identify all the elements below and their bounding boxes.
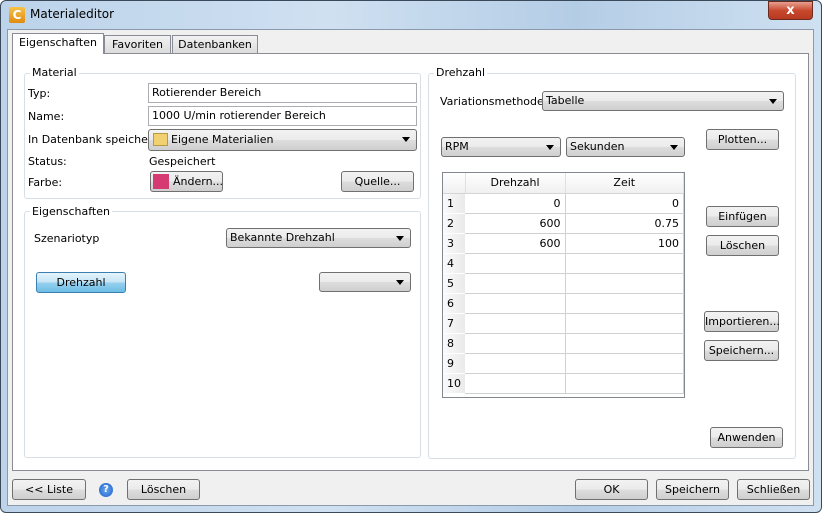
einfuegen-button[interactable]: Einfügen — [706, 206, 779, 227]
table-cell[interactable] — [465, 253, 566, 274]
app-icon: C — [9, 7, 25, 23]
database-folder-icon — [153, 133, 168, 146]
table-cell[interactable]: 600 — [465, 233, 566, 254]
drehzahl-legend: Drehzahl — [434, 66, 488, 79]
aendern-button[interactable]: Ändern... — [150, 171, 223, 192]
row-header[interactable]: 10 — [443, 373, 465, 394]
chevron-down-icon — [402, 137, 410, 142]
speichern-button[interactable]: Speichern — [656, 479, 729, 500]
corner-header — [443, 173, 466, 194]
anwenden-button[interactable]: Anwenden — [710, 427, 783, 448]
speichern-table-button[interactable]: Speichern... — [704, 340, 779, 361]
table-row[interactable]: 3 600 100 — [443, 233, 684, 254]
chevron-down-icon — [546, 145, 554, 150]
table-cell[interactable]: 0 — [465, 193, 566, 214]
row-header[interactable]: 4 — [443, 253, 465, 274]
szenario-label: Szenariotyp — [34, 232, 100, 245]
table-row[interactable]: 4 — [443, 253, 684, 274]
table-row[interactable]: 10 — [443, 373, 684, 394]
plotten-button[interactable]: Plotten... — [706, 129, 779, 150]
table-cell[interactable]: 100 — [565, 233, 684, 254]
column-header[interactable]: Drehzahl — [465, 173, 566, 194]
table-cell[interactable] — [565, 333, 684, 354]
tab-favoriten[interactable]: Favoriten — [104, 35, 171, 54]
material-legend: Material — [30, 66, 79, 79]
table-cell[interactable] — [565, 313, 684, 334]
table-cell[interactable] — [565, 273, 684, 294]
db-select[interactable]: Eigene Materialien — [148, 129, 417, 151]
table-row[interactable]: 6 — [443, 293, 684, 314]
importieren-button[interactable]: Importieren... — [704, 311, 780, 332]
variation-value: Tabelle — [546, 94, 585, 107]
status-value: Gespeichert — [149, 155, 216, 168]
db-select-value: Eigene Materialien — [171, 133, 274, 146]
table-cell[interactable] — [565, 293, 684, 314]
chevron-down-icon — [396, 236, 404, 241]
window-title: Materialeditor — [30, 7, 115, 21]
table-cell[interactable] — [565, 253, 684, 274]
chevron-down-icon — [396, 280, 404, 285]
table-cell[interactable]: 600 — [465, 213, 566, 234]
row-header[interactable]: 6 — [443, 293, 465, 314]
szenario-select[interactable]: Bekannte Drehzahl — [226, 228, 411, 248]
row-header[interactable]: 5 — [443, 273, 465, 294]
table-row[interactable]: 9 — [443, 353, 684, 374]
typ-field[interactable]: Rotierender Bereich — [148, 83, 417, 103]
table-cell[interactable] — [465, 353, 566, 374]
liste-button[interactable]: << Liste — [12, 479, 86, 500]
variation-select[interactable]: Tabelle — [542, 91, 784, 111]
table-cell[interactable] — [465, 373, 566, 394]
farbe-label: Farbe: — [28, 176, 63, 189]
eigenschaften-legend: Eigenschaften — [30, 205, 112, 218]
drehzahl-button[interactable]: Drehzahl — [36, 272, 126, 293]
row-header[interactable]: 3 — [443, 233, 465, 254]
row-header[interactable]: 8 — [443, 333, 465, 354]
help-icon[interactable]: ? — [99, 483, 113, 497]
table-cell[interactable] — [465, 313, 566, 334]
drehzahl-table[interactable]: Drehzahl Zeit 1 0 0 2 600 0.75 3 600 100 4 5 6 7 8 9 10 — [442, 172, 685, 398]
loeschen-button[interactable]: Löschen — [127, 479, 200, 500]
close-button[interactable]: x — [768, 1, 813, 20]
column-header[interactable]: Zeit — [565, 173, 684, 194]
color-swatch — [153, 174, 169, 189]
table-cell[interactable]: 0 — [565, 193, 684, 214]
table-cell[interactable]: 0.75 — [565, 213, 684, 234]
table-row[interactable]: 7 — [443, 313, 684, 334]
table-row[interactable]: 2 600 0.75 — [443, 213, 684, 234]
chevron-down-icon — [769, 99, 777, 104]
unit2-select[interactable]: Sekunden — [566, 137, 685, 157]
name-field[interactable]: 1000 U/min rotierender Bereich — [148, 106, 417, 126]
szenario-value: Bekannte Drehzahl — [230, 231, 335, 244]
db-label: In Datenbank speichern: — [28, 133, 163, 146]
table-row[interactable]: 5 — [443, 273, 684, 294]
tab-datenbanken[interactable]: Datenbanken — [172, 35, 258, 54]
typ-label: Typ: — [28, 87, 51, 100]
unit1-select[interactable]: RPM — [441, 137, 561, 157]
loeschen-row-button[interactable]: Löschen — [706, 235, 779, 256]
name-label: Name: — [28, 110, 65, 123]
table-cell[interactable] — [465, 273, 566, 294]
schliessen-button[interactable]: Schließen — [737, 479, 810, 500]
table-cell[interactable] — [465, 333, 566, 354]
table-row[interactable]: 100 — [443, 193, 684, 214]
aendern-label: Ändern... — [173, 175, 224, 188]
empty-select[interactable] — [319, 272, 411, 292]
row-header[interactable]: 9 — [443, 353, 465, 374]
table-cell[interactable] — [465, 293, 566, 314]
eigenschaften-group — [24, 211, 421, 458]
chevron-down-icon — [670, 145, 678, 150]
table-cell[interactable] — [565, 353, 684, 374]
unit2-value: Sekunden — [570, 140, 625, 153]
variation-label: Variationsmethode: — [440, 95, 548, 108]
row-header[interactable]: 1 — [443, 193, 465, 214]
row-header[interactable]: 2 — [443, 213, 465, 234]
status-label: Status: — [28, 155, 67, 168]
table-row[interactable]: 8 — [443, 333, 684, 354]
tab-eigenschaften[interactable]: Eigenschaften — [12, 33, 104, 54]
row-header[interactable]: 7 — [443, 313, 465, 334]
ok-button[interactable]: OK — [575, 479, 648, 500]
quelle-button[interactable]: Quelle... — [341, 171, 414, 192]
table-cell[interactable] — [565, 373, 684, 394]
unit1-value: RPM — [445, 140, 469, 153]
